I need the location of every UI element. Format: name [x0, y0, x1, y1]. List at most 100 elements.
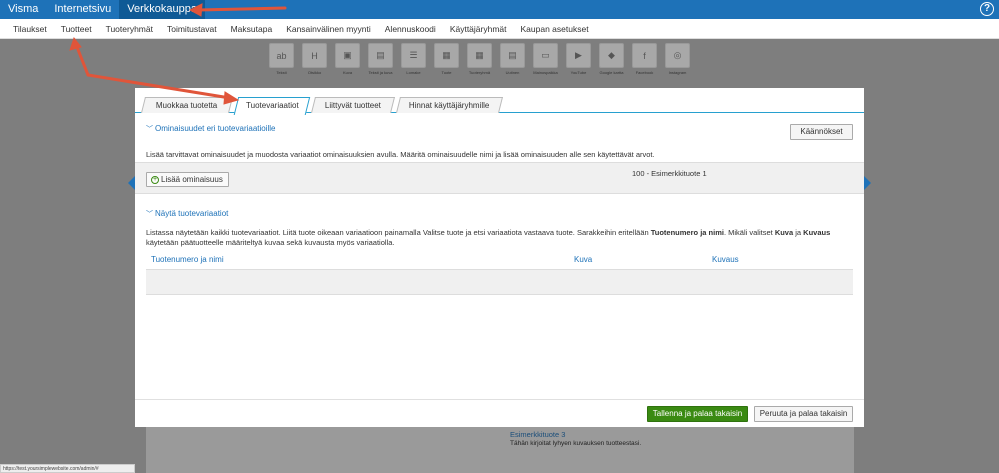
desc-bold: Kuva	[774, 228, 794, 237]
widget-map[interactable]: ◆ Google kartta	[598, 43, 625, 79]
plus-icon: +	[151, 175, 159, 184]
variants-table-header: Tuotenumero ja nimi Kuva Kuvaus	[146, 253, 853, 269]
widget-product-group[interactable]: ▦ Tuoteryhmä	[466, 43, 493, 79]
properties-description: Lisää tarvittavat ominaisuudet ja muodos…	[146, 150, 655, 159]
subnav-item-tilaukset[interactable]: Tilaukset	[6, 24, 54, 34]
facebook-icon: f	[632, 43, 657, 68]
desc-bold: Tuotenumero ja nimi	[650, 228, 724, 237]
widget-label: Tuoteryhmä	[468, 70, 491, 75]
subnav-item-kansainvalinen-myynti[interactable]: Kansainvälinen myynti	[279, 24, 378, 34]
background-product: Esimerkkituote 3 Tähän kirjoitat lyhyen …	[510, 430, 660, 447]
variants-description: Listassa näytetään kaikki tuotevariaatio…	[146, 228, 851, 248]
desc-bold: Kuvaus	[803, 228, 831, 237]
news-icon: ▤	[500, 43, 525, 68]
form-icon: ☰	[401, 43, 426, 68]
top-navigation-bar: Visma Internetsivu Verkkokauppa ?	[0, 0, 999, 19]
tab-label: Liittyvät tuotteet	[324, 101, 381, 110]
widget-label: Lomake	[406, 70, 421, 75]
column-header-product[interactable]: Tuotenumero ja nimi	[151, 255, 224, 264]
properties-section-toggle[interactable]: ﹀ Ominaisuudet eri tuotevariaatioille	[146, 124, 276, 134]
widget-product[interactable]: ▦ Tuote	[433, 43, 460, 79]
cancel-and-return-button[interactable]: Peruuta ja palaa takaisin	[754, 406, 853, 422]
background-content-area	[146, 425, 854, 473]
section-title: Ominaisuudet eri tuotevariaatioille	[155, 124, 276, 133]
text-icon: ab	[269, 43, 294, 68]
widget-form[interactable]: ☰ Lomake	[400, 43, 427, 79]
left-decoration-icon	[128, 176, 135, 190]
subnav-item-kaupan-asetukset[interactable]: Kaupan asetukset	[514, 24, 596, 34]
subnav-item-kayttajaryhmat[interactable]: Käyttäjäryhmät	[443, 24, 514, 34]
product-icon: ▦	[434, 43, 459, 68]
subnav-item-tuotteet[interactable]: Tuotteet	[54, 24, 99, 34]
chevron-down-icon: ﹀	[146, 126, 153, 133]
widget-text-image[interactable]: ▤ Teksti ja kuva	[367, 43, 394, 79]
desc-text: ja	[793, 228, 804, 237]
chevron-down-icon: ﹀	[146, 211, 153, 218]
widget-label: Kuva	[342, 70, 353, 75]
widget-text[interactable]: ab Teksti	[268, 43, 295, 79]
variants-table-body	[146, 269, 853, 295]
widget-image[interactable]: ▣ Kuva	[334, 43, 361, 79]
widget-instagram[interactable]: ◎ Instagram	[664, 43, 691, 79]
widget-label: YouTube	[570, 70, 587, 75]
tab-tuotevariaatiot[interactable]: Tuotevariaatiot	[233, 97, 311, 115]
save-and-return-button[interactable]: Tallenna ja palaa takaisin	[647, 406, 748, 422]
background-product-desc: Tähän kirjoitat lyhyen kuvauksen tuottee…	[510, 440, 642, 447]
desc-text: käytetään päätuotteelle määriteltyä kuva…	[146, 238, 395, 247]
tab-liittyvat-tuotteet[interactable]: Liittyvät tuotteet	[311, 97, 395, 113]
product-group-icon: ▦	[467, 43, 492, 68]
modal-tabs: Muokkaa tuotetta Tuotevariaatiot Liittyv…	[135, 97, 864, 115]
tab-internetsivu[interactable]: Internetsivu	[46, 0, 119, 19]
widget-label: Google kartta	[599, 70, 624, 75]
right-decoration-icon	[864, 176, 871, 190]
desc-text: Listassa näytetään kaikki tuotevariaatio…	[146, 228, 651, 237]
status-url: https://test.yoursimplewebsite.com/admin…	[0, 464, 135, 473]
subnav-item-maksutapa[interactable]: Maksutapa	[224, 24, 280, 34]
tab-visma[interactable]: Visma	[0, 0, 46, 19]
widget-label: Instagram	[668, 70, 687, 75]
modal-footer-divider	[135, 399, 864, 400]
translations-button[interactable]: Käännökset	[790, 124, 853, 140]
tab-verkkokauppa[interactable]: Verkkokauppa	[119, 0, 205, 19]
tab-label: Muokkaa tuotetta	[156, 101, 218, 110]
youtube-icon: ▶	[566, 43, 591, 68]
ad-icon: ▭	[533, 43, 558, 68]
image-icon: ▣	[335, 43, 360, 68]
show-variants-toggle[interactable]: ﹀ Näytä tuotevariaatiot	[146, 209, 228, 219]
instagram-icon: ◎	[665, 43, 690, 68]
column-header-image[interactable]: Kuva	[574, 255, 592, 264]
section-title: Näytä tuotevariaatiot	[155, 209, 229, 218]
widget-label: Mainospaikka	[533, 70, 558, 75]
add-property-button[interactable]: + Lisää ominaisuus	[146, 172, 229, 187]
help-icon[interactable]: ?	[980, 2, 994, 16]
widget-label: Teksti ja kuva	[368, 70, 393, 75]
subnav-item-toimitustavat[interactable]: Toimitustavat	[160, 24, 224, 34]
widget-label: Teksti	[276, 70, 287, 75]
tab-hinnat-kayttajaryhmille[interactable]: Hinnat käyttäjäryhmille	[396, 97, 503, 113]
store-subnav: Tilaukset Tuotteet Tuoteryhmät Toimitust…	[0, 19, 999, 39]
heading-icon: H	[302, 43, 327, 68]
widget-label: Tuote	[441, 70, 452, 75]
add-property-label: Lisää ominaisuus	[161, 175, 223, 184]
subnav-item-alennuskoodi[interactable]: Alennuskoodi	[378, 24, 443, 34]
widget-label: Uutinen	[505, 70, 520, 75]
widget-youtube[interactable]: ▶ YouTube	[565, 43, 592, 79]
text-image-icon: ▤	[368, 43, 393, 68]
widget-heading[interactable]: H Otsikko	[301, 43, 328, 79]
map-icon: ◆	[599, 43, 624, 68]
widget-facebook[interactable]: f Facebook	[631, 43, 658, 79]
widget-label: Otsikko	[307, 70, 322, 75]
variant-product-name: 100 - Esimerkkituote 1	[632, 169, 707, 178]
desc-text: . Mikäli valitset	[723, 228, 775, 237]
background-product-title: Esimerkkituote 3	[510, 430, 566, 439]
properties-bar: + Lisää ominaisuus 100 - Esimerkkituote 1	[135, 162, 864, 194]
widget-label: Facebook	[635, 70, 654, 75]
tab-muokkaa-tuotetta[interactable]: Muokkaa tuotetta	[141, 97, 233, 113]
subnav-item-tuoteryhmat[interactable]: Tuoteryhmät	[99, 24, 160, 34]
edit-product-modal: Muokkaa tuotetta Tuotevariaatiot Liittyv…	[135, 88, 864, 427]
tab-label: Tuotevariaatiot	[245, 101, 299, 110]
column-header-description[interactable]: Kuvaus	[712, 255, 739, 264]
tab-label: Hinnat käyttäjäryhmille	[409, 101, 490, 110]
widget-news[interactable]: ▤ Uutinen	[499, 43, 526, 79]
widget-ad[interactable]: ▭ Mainospaikka	[532, 43, 559, 79]
